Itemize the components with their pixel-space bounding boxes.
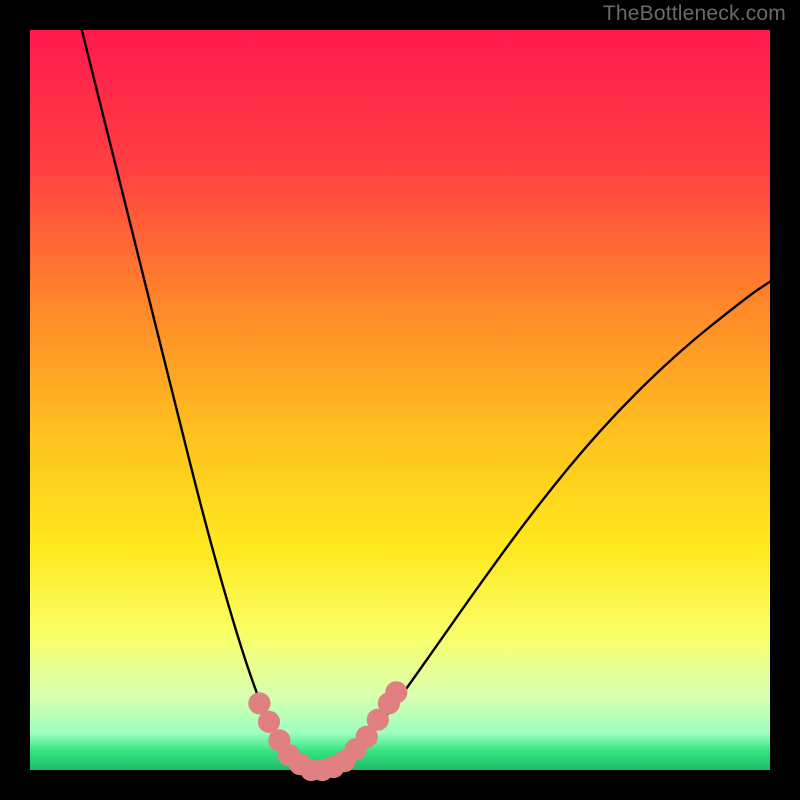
chart-frame: TheBottleneck.com xyxy=(0,0,800,800)
bottleneck-chart xyxy=(0,0,800,800)
marker-point xyxy=(385,681,407,703)
watermark-text: TheBottleneck.com xyxy=(603,2,786,26)
plot-background xyxy=(30,30,770,770)
